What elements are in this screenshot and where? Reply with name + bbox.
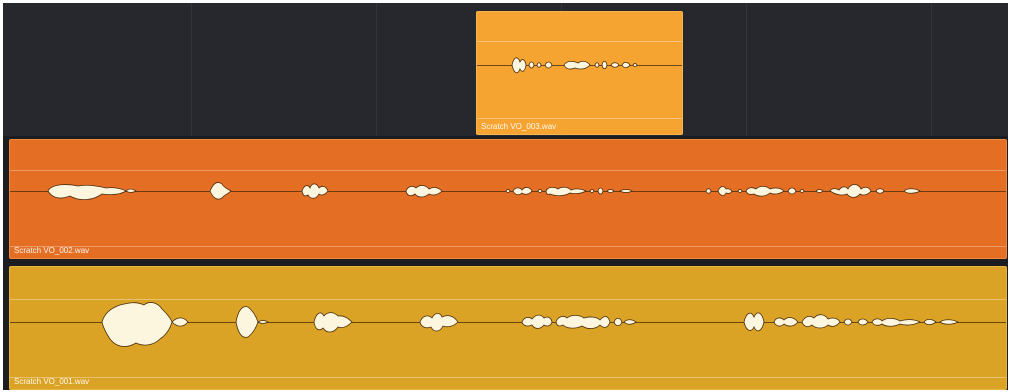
waveform (511, 57, 638, 74)
grid-line (191, 3, 192, 136)
audio-timeline: Scratch VO_003.wav Scratch VO_002.wav Sc… (3, 3, 1008, 390)
waveform (47, 182, 921, 200)
clip-name: Scratch VO_003.wav (481, 122, 557, 131)
audio-clip-scratch-vo-002[interactable]: Scratch VO_002.wav (9, 139, 1007, 259)
clip-name: Scratch VO_002.wav (14, 246, 90, 255)
audio-clip-scratch-vo-003[interactable]: Scratch VO_003.wav (476, 11, 683, 135)
clip-name: Scratch VO_001.wav (14, 377, 90, 386)
audio-clip-scratch-vo-001[interactable]: Scratch VO_001.wav (9, 266, 1007, 390)
grid-line (931, 3, 932, 136)
waveform (101, 302, 959, 347)
grid-line (376, 3, 377, 136)
grid-line (746, 3, 747, 136)
